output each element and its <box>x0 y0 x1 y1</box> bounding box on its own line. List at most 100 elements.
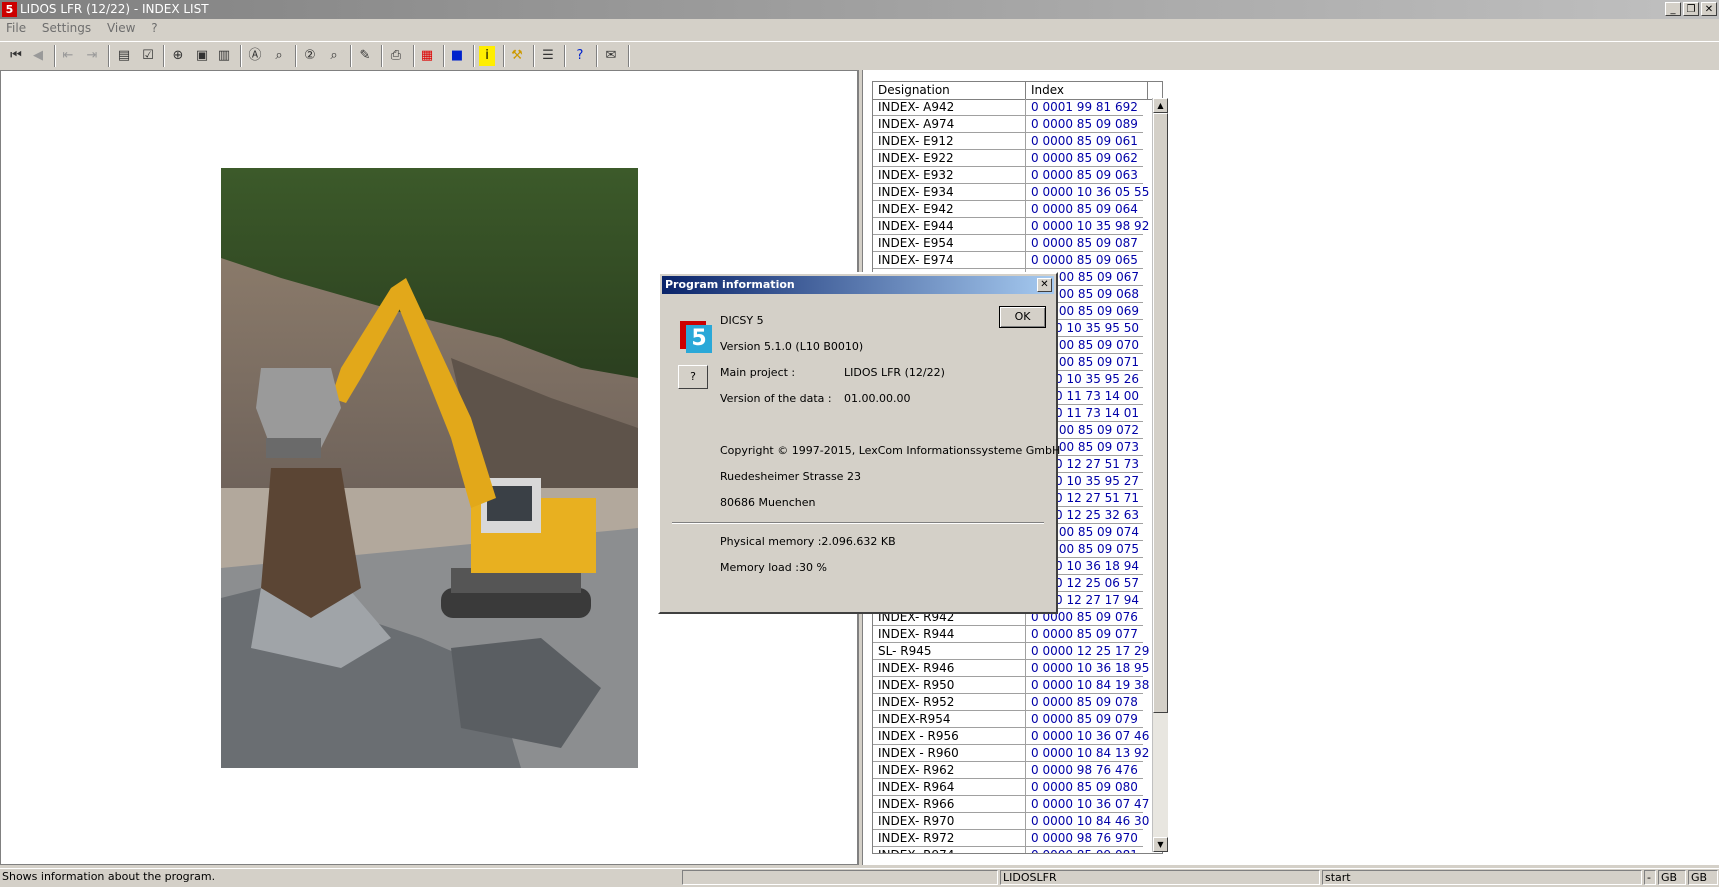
designation-cell[interactable]: INDEX-R954 <box>873 711 1026 727</box>
fit-page-icon[interactable]: ▣ <box>192 46 212 66</box>
zoom-in-icon[interactable]: ⊕ <box>168 46 188 66</box>
designation-cell[interactable]: INDEX- R950 <box>873 677 1026 693</box>
restore-button[interactable]: ❐ <box>1683 2 1699 16</box>
table-row[interactable]: INDEX- E954 0 0000 85 09 087 <box>873 235 1143 252</box>
designation-cell[interactable]: SL- R945 <box>873 643 1026 659</box>
menu-settings[interactable]: Settings <box>36 19 97 37</box>
order-icon[interactable]: ☰ <box>538 46 558 66</box>
designation-cell[interactable]: INDEX- E932 <box>873 167 1026 183</box>
table-row[interactable]: INDEX- R966 0 0000 10 36 07 47 <box>873 796 1149 813</box>
vertical-scrollbar[interactable]: ▲ ▼ <box>1152 98 1168 852</box>
index-cell[interactable]: 0 0000 85 09 080 <box>1026 779 1143 795</box>
help-icon[interactable]: ? <box>570 46 590 66</box>
grid-icon[interactable]: ▦ <box>417 46 437 66</box>
table-row[interactable]: INDEX- R944 0 0000 85 09 077 <box>873 626 1143 643</box>
designation-cell[interactable]: INDEX- E954 <box>873 235 1026 251</box>
index-cell[interactable]: 0 0000 12 25 17 29 <box>1026 643 1149 659</box>
column-header-designation[interactable]: Designation <box>873 82 1026 99</box>
index-cell[interactable]: 0 0000 10 84 46 30 <box>1026 813 1149 829</box>
table-row[interactable]: INDEX- R970 0 0000 10 84 46 30 <box>873 813 1149 830</box>
table-row[interactable]: INDEX- E942 0 0000 85 09 064 <box>873 201 1143 218</box>
designation-cell[interactable]: INDEX- E922 <box>873 150 1026 166</box>
previous-record-icon[interactable]: ◀ <box>28 46 48 66</box>
table-row[interactable]: INDEX- A974 0 0000 85 09 089 <box>873 116 1143 133</box>
index-cell[interactable]: 0 0000 98 76 476 <box>1026 762 1143 778</box>
ok-button[interactable]: OK <box>999 306 1046 328</box>
print-icon[interactable]: ⎙ <box>386 46 406 66</box>
index-cell[interactable]: 0 0000 10 35 98 92 <box>1026 218 1149 234</box>
checklist-icon[interactable]: ☑ <box>138 46 158 66</box>
table-row[interactable]: INDEX- E934 0 0000 10 36 05 55 <box>873 184 1149 201</box>
scroll-up-button[interactable]: ▲ <box>1153 98 1168 113</box>
table-row[interactable]: INDEX- E944 0 0000 10 35 98 92 <box>873 218 1149 235</box>
designation-cell[interactable]: INDEX- E944 <box>873 218 1026 234</box>
table-row[interactable]: SL- R945 0 0000 12 25 17 29 <box>873 643 1149 660</box>
designation-cell[interactable]: INDEX- R966 <box>873 796 1026 812</box>
minimize-button[interactable]: _ <box>1665 2 1681 16</box>
index-cell[interactable]: 0 0000 85 09 081 <box>1026 847 1143 853</box>
scroll-down-button[interactable]: ▼ <box>1153 837 1168 852</box>
table-row[interactable]: INDEX- R9740 0000 85 09 081 <box>873 847 1143 853</box>
table-row[interactable]: INDEX- E974 0 0000 85 09 065 <box>873 252 1143 269</box>
designation-cell[interactable]: INDEX- E934 <box>873 184 1026 200</box>
search-2-icon[interactable]: ② <box>300 46 320 66</box>
table-row[interactable]: INDEX-R954 0 0000 85 09 079 <box>873 711 1143 728</box>
index-cell[interactable]: 0 0000 85 09 065 <box>1026 252 1143 268</box>
forward-document-icon[interactable]: ⇥ <box>82 46 102 66</box>
index-cell[interactable]: 0 0000 10 36 05 55 <box>1026 184 1149 200</box>
table-row[interactable]: INDEX- R946 0 0000 10 36 18 95 <box>873 660 1149 677</box>
index-cell[interactable]: 0 0000 85 09 064 <box>1026 201 1143 217</box>
designation-cell[interactable]: INDEX- R970 <box>873 813 1026 829</box>
designation-cell[interactable]: INDEX- R944 <box>873 626 1026 642</box>
first-record-icon[interactable]: ⏮ <box>6 46 26 66</box>
table-row[interactable]: INDEX- R950 0 0000 10 84 19 38 <box>873 677 1149 694</box>
index-cell[interactable]: 0 0000 85 09 077 <box>1026 626 1143 642</box>
index-cell[interactable]: 0 0000 10 84 19 38 <box>1026 677 1149 693</box>
designation-cell[interactable]: INDEX- R962 <box>873 762 1026 778</box>
designation-cell[interactable]: INDEX- R972 <box>873 830 1026 846</box>
index-cell[interactable]: 0 0000 85 09 087 <box>1026 235 1143 251</box>
table-row[interactable]: INDEX- R952 0 0000 85 09 078 <box>873 694 1143 711</box>
index-cell[interactable]: 0 0000 85 09 089 <box>1026 116 1143 132</box>
index-cell[interactable]: 0 0000 85 09 079 <box>1026 711 1143 727</box>
designation-cell[interactable]: INDEX- R952 <box>873 694 1026 710</box>
tools-icon[interactable]: ⚒ <box>507 46 527 66</box>
table-row[interactable]: INDEX- R962 0 0000 98 76 476 <box>873 762 1143 779</box>
table-row[interactable]: INDEX- A942 0 0001 99 81 692 <box>873 99 1143 116</box>
index-cell[interactable]: 0 0001 99 81 692 <box>1026 99 1143 115</box>
scroll-thumb[interactable] <box>1153 113 1168 713</box>
menu-file[interactable]: File <box>0 19 32 37</box>
designation-cell[interactable]: INDEX- R964 <box>873 779 1026 795</box>
table-row[interactable]: INDEX - R960 0 0000 10 84 13 92 <box>873 745 1149 762</box>
index-cell[interactable]: 0 0000 85 09 061 <box>1026 133 1143 149</box>
blue-square-icon[interactable]: ■ <box>447 46 467 66</box>
index-cell[interactable]: 0 0000 10 36 07 47 <box>1026 796 1149 812</box>
menu-view[interactable]: View <box>101 19 141 37</box>
designation-cell[interactable]: INDEX- A942 <box>873 99 1026 115</box>
search-b-icon[interactable]: ⌕ <box>269 46 289 66</box>
dialog-close-button[interactable]: ✕ <box>1037 278 1052 292</box>
table-row[interactable]: INDEX - R956 0 0000 10 36 07 46 <box>873 728 1149 745</box>
designation-cell[interactable]: INDEX- E912 <box>873 133 1026 149</box>
index-cell[interactable]: 0 0000 98 76 970 <box>1026 830 1143 846</box>
index-cell[interactable]: 0 0000 10 84 13 92 <box>1026 745 1149 761</box>
menu-help[interactable]: ? <box>145 19 163 37</box>
back-document-icon[interactable]: ⇤ <box>58 46 78 66</box>
index-cell[interactable]: 0 0000 85 09 062 <box>1026 150 1143 166</box>
close-button[interactable]: ✕ <box>1701 2 1717 16</box>
index-cell[interactable]: 0 0000 10 36 07 46 <box>1026 728 1149 744</box>
table-row[interactable]: INDEX- E922 0 0000 85 09 062 <box>873 150 1143 167</box>
table-row[interactable]: INDEX- R972 0 0000 98 76 970 <box>873 830 1143 847</box>
table-row[interactable]: INDEX- R964 0 0000 85 09 080 <box>873 779 1143 796</box>
designation-cell[interactable]: INDEX- A974 <box>873 116 1026 132</box>
page-icon[interactable]: ▥ <box>214 46 234 66</box>
index-cell[interactable]: 0 0000 85 09 078 <box>1026 694 1143 710</box>
designation-cell[interactable]: INDEX- E942 <box>873 201 1026 217</box>
designation-cell[interactable]: INDEX - R956 <box>873 728 1026 744</box>
search-a-icon[interactable]: Ⓐ <box>245 46 265 66</box>
mail-icon[interactable]: ✉ <box>601 46 621 66</box>
designation-cell[interactable]: INDEX- E974 <box>873 252 1026 268</box>
index-cell[interactable]: 0 0000 10 36 18 95 <box>1026 660 1149 676</box>
index-cell[interactable]: 0 0000 85 09 063 <box>1026 167 1143 183</box>
designation-cell[interactable]: INDEX- R974 <box>873 847 1026 853</box>
